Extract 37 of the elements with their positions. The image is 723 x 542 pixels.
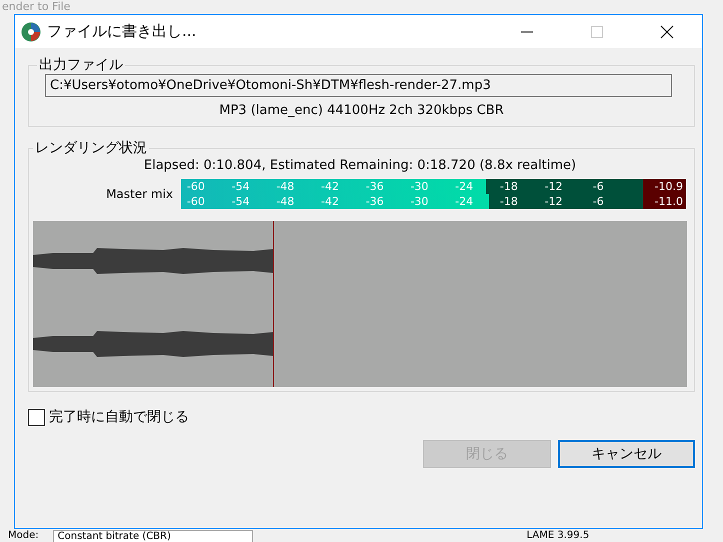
mode-dropdown[interactable]: Constant bitrate (CBR) bbox=[52, 530, 253, 542]
scale-label: -48 bbox=[276, 179, 294, 194]
scale-label: -30 bbox=[410, 194, 428, 209]
dialog-button[interactable]: キャンセル bbox=[558, 440, 695, 468]
scale-label: -60 bbox=[186, 179, 205, 194]
checkbox-label: 完了時に自動で閉じる bbox=[49, 408, 189, 426]
encoder-label: LAME 3.99.5 bbox=[526, 530, 590, 542]
scale-label: -18 bbox=[500, 179, 518, 194]
scale-label: -36 bbox=[366, 194, 384, 209]
path-field[interactable]: C:¥Users¥otomo¥OneDrive¥Otomoni-Sh¥DTM¥flesh-render-27.mp3 bbox=[45, 74, 672, 97]
window-title: ender to File bbox=[1, 0, 72, 13]
scale-label: -42 bbox=[321, 179, 340, 194]
scale-label: -36 bbox=[366, 179, 384, 194]
scale-label: -6 bbox=[592, 179, 604, 194]
app-logo-icon bbox=[21, 22, 41, 42]
scale-label: -12 bbox=[544, 179, 563, 194]
scale-label: -30 bbox=[410, 179, 428, 194]
scale-label: -6 bbox=[592, 194, 604, 209]
scale-label: -42 bbox=[321, 194, 340, 209]
scale-label: -48 bbox=[276, 194, 294, 209]
meter-label: Master mix bbox=[105, 187, 174, 201]
scale-label: -60 bbox=[186, 194, 205, 209]
group-title: レンダリング状況 bbox=[34, 139, 148, 157]
group-title: 出力ファイル bbox=[38, 56, 124, 74]
checkbox[interactable] bbox=[28, 408, 45, 426]
scale-label: -18 bbox=[500, 194, 518, 209]
status-text: Elapsed: 0:10.804, Estimated Remaining: 0:18.720 (8.8x realtime) bbox=[142, 158, 578, 173]
mode-label: Mode: bbox=[8, 530, 39, 542]
peak-reading: -11.0 bbox=[643, 194, 686, 209]
scale-label: -24 bbox=[455, 179, 474, 194]
scale-label: -12 bbox=[544, 194, 563, 209]
peak-reading: -10.9 bbox=[643, 179, 686, 194]
format-text: MP3 (lame_enc) 44100Hz 2ch 320kbps CBR bbox=[218, 103, 505, 118]
window-title: ファイルに書き出し... bbox=[47, 22, 196, 41]
scale-label: -24 bbox=[455, 194, 474, 209]
scale-label: -54 bbox=[232, 194, 250, 209]
scale-label: -54 bbox=[232, 179, 250, 194]
